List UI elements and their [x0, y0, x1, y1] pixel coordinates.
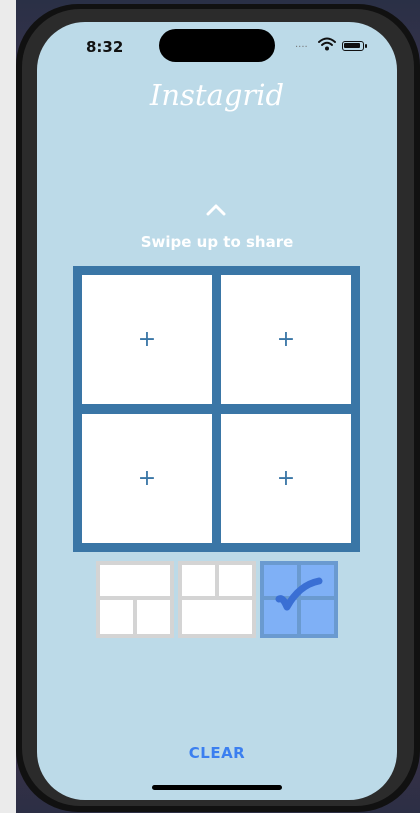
photo-cell-bottom-right[interactable]: +: [221, 414, 351, 543]
layout-block: [182, 565, 215, 596]
photo-grid: + + + +: [73, 266, 360, 552]
layout-block: [100, 600, 133, 634]
chevron-up-icon: [206, 204, 226, 216]
layout-top-two-bottom-one-button[interactable]: [178, 561, 256, 638]
layout-block: [219, 565, 252, 596]
layout-block: [100, 565, 170, 596]
photo-cell-top-left[interactable]: +: [82, 275, 212, 404]
layout-four-squares-button[interactable]: [260, 561, 338, 638]
app-title: Instagrid: [149, 78, 285, 112]
swipe-up-label[interactable]: Swipe up to share: [37, 233, 397, 251]
layout-block: [137, 600, 170, 634]
photo-cell-bottom-left[interactable]: +: [82, 414, 212, 543]
dynamic-island: [159, 29, 275, 62]
checkmark-icon: [275, 577, 323, 611]
cellular-signal-icon: ....: [295, 39, 308, 50]
status-time: 8:32: [86, 38, 124, 56]
layout-top-one-bottom-two-button[interactable]: [96, 561, 174, 638]
home-indicator[interactable]: [152, 785, 282, 790]
wifi-icon: [318, 37, 336, 51]
clear-button[interactable]: CLEAR: [37, 744, 397, 762]
battery-icon: [342, 41, 367, 51]
layout-block: [182, 600, 252, 634]
photo-cell-top-right[interactable]: +: [221, 275, 351, 404]
app-screen: 8:32 .... Instagrid Swipe up to share + …: [37, 22, 397, 800]
